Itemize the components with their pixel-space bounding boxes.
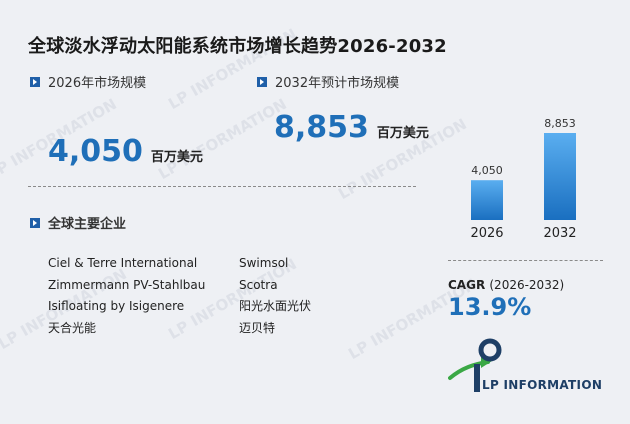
bar-2032 [544, 133, 576, 220]
market-2026-label-text: 2026年市场规模 [48, 76, 147, 91]
section-marker-icon [30, 76, 40, 87]
market-2032-label: 2032年预计市场规模 [257, 72, 399, 91]
companies-left-column: Ciel & Terre International Zimmermann PV… [48, 253, 205, 339]
company-name: 阳光水面光伏 [239, 299, 312, 313]
cagr-label-text: CAGR [448, 278, 486, 292]
company-name: 天合光能 [48, 320, 97, 335]
market-2032-number: 8,853 [274, 110, 369, 145]
company-name: Isifloating by Isigenere [48, 299, 185, 313]
section-marker-icon [257, 76, 267, 87]
page-title: 全球淡水浮动太阳能系统市场增长趋势2026-2032 [28, 36, 447, 57]
company-name: Ciel & Terre International [48, 256, 198, 270]
market-2026-value: 4,050 百万美元 [48, 134, 203, 169]
infographic-page: LP INFORMATION LP INFORMATION LP INFORMA… [0, 0, 630, 424]
company-name: Swimsol [239, 256, 289, 270]
brand-name: LP INFORMATION [482, 378, 603, 392]
company-name: Scotra [239, 277, 278, 292]
company-name: Zimmermann PV-Stahlbau [48, 277, 206, 292]
section-marker-icon [30, 217, 40, 228]
cagr-years: (2026-2032) [489, 278, 565, 292]
x-tick-label-2026: 2026 [470, 226, 503, 241]
divider-right [448, 260, 603, 261]
data-label-2026: 4,050 [471, 164, 503, 177]
bar-2026 [471, 180, 503, 220]
market-2026-number: 4,050 [48, 134, 143, 169]
cagr-label: CAGR (2026-2032) [448, 278, 564, 292]
companies-right-column: Swimsol Scotra 阳光水面光伏 迈贝特 [239, 253, 311, 339]
market-2026-label: 2026年市场规模 [30, 72, 146, 91]
cagr-value: 13.9% [448, 293, 532, 321]
divider-top [28, 186, 416, 187]
companies-label: 全球主要企业 [30, 213, 126, 232]
x-tick-label-2032: 2032 [543, 226, 576, 241]
company-name: 迈贝特 [239, 320, 276, 335]
market-2032-unit: 百万美元 [376, 126, 429, 141]
data-label-2032: 8,853 [544, 117, 576, 130]
market-2026-unit: 百万美元 [150, 150, 203, 165]
market-2032-value: 8,853 百万美元 [274, 110, 429, 145]
companies-label-text: 全球主要企业 [48, 217, 127, 232]
market-bar-chart: 4,050 2026 8,853 2032 [470, 117, 576, 241]
market-2032-label-text: 2032年预计市场规模 [275, 76, 400, 91]
